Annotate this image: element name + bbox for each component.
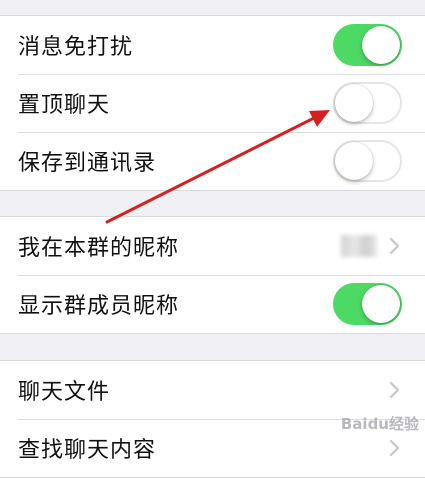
show-member-nicknames-row[interactable]: 显示群成员昵称 — [0, 275, 425, 333]
mute-notifications-toggle[interactable] — [333, 24, 402, 66]
chat-files-label: 聊天文件 — [18, 380, 111, 405]
chevron-right-icon — [389, 381, 400, 399]
toggle-knob — [335, 142, 373, 180]
chevron-right-icon — [389, 237, 400, 255]
search-chat-history-label: 查找聊天内容 — [18, 438, 157, 463]
save-to-contacts-toggle[interactable] — [333, 140, 402, 182]
baidu-watermark: Baidu经验 — [340, 415, 419, 433]
sticky-on-top-toggle[interactable] — [333, 82, 402, 124]
sticky-on-top-label: 置顶聊天 — [18, 93, 111, 118]
nickname-settings-group: 我在本群的昵称 显示群成员昵称 — [0, 216, 425, 334]
toggle-knob — [335, 84, 373, 122]
blurred-nickname-value — [341, 235, 377, 257]
my-group-nickname-row[interactable]: 我在本群的昵称 — [0, 217, 425, 275]
chat-settings-group: 消息免打扰 置顶聊天 保存到通讯录 — [0, 15, 425, 191]
chevron-right-icon — [389, 439, 400, 457]
my-group-nickname-label: 我在本群的昵称 — [18, 236, 180, 261]
mute-notifications-label: 消息免打扰 — [18, 35, 134, 60]
save-to-contacts-label: 保存到通讯录 — [18, 151, 157, 176]
mute-notifications-row[interactable]: 消息免打扰 — [0, 16, 425, 74]
sticky-on-top-row[interactable]: 置顶聊天 — [0, 74, 425, 132]
toggle-knob — [362, 285, 400, 323]
toggle-knob — [362, 26, 400, 64]
save-to-contacts-row[interactable]: 保存到通讯录 — [0, 132, 425, 190]
show-member-nicknames-label: 显示群成员昵称 — [18, 294, 180, 319]
show-member-nicknames-toggle[interactable] — [333, 283, 402, 325]
chat-files-row[interactable]: 聊天文件 — [0, 361, 425, 419]
